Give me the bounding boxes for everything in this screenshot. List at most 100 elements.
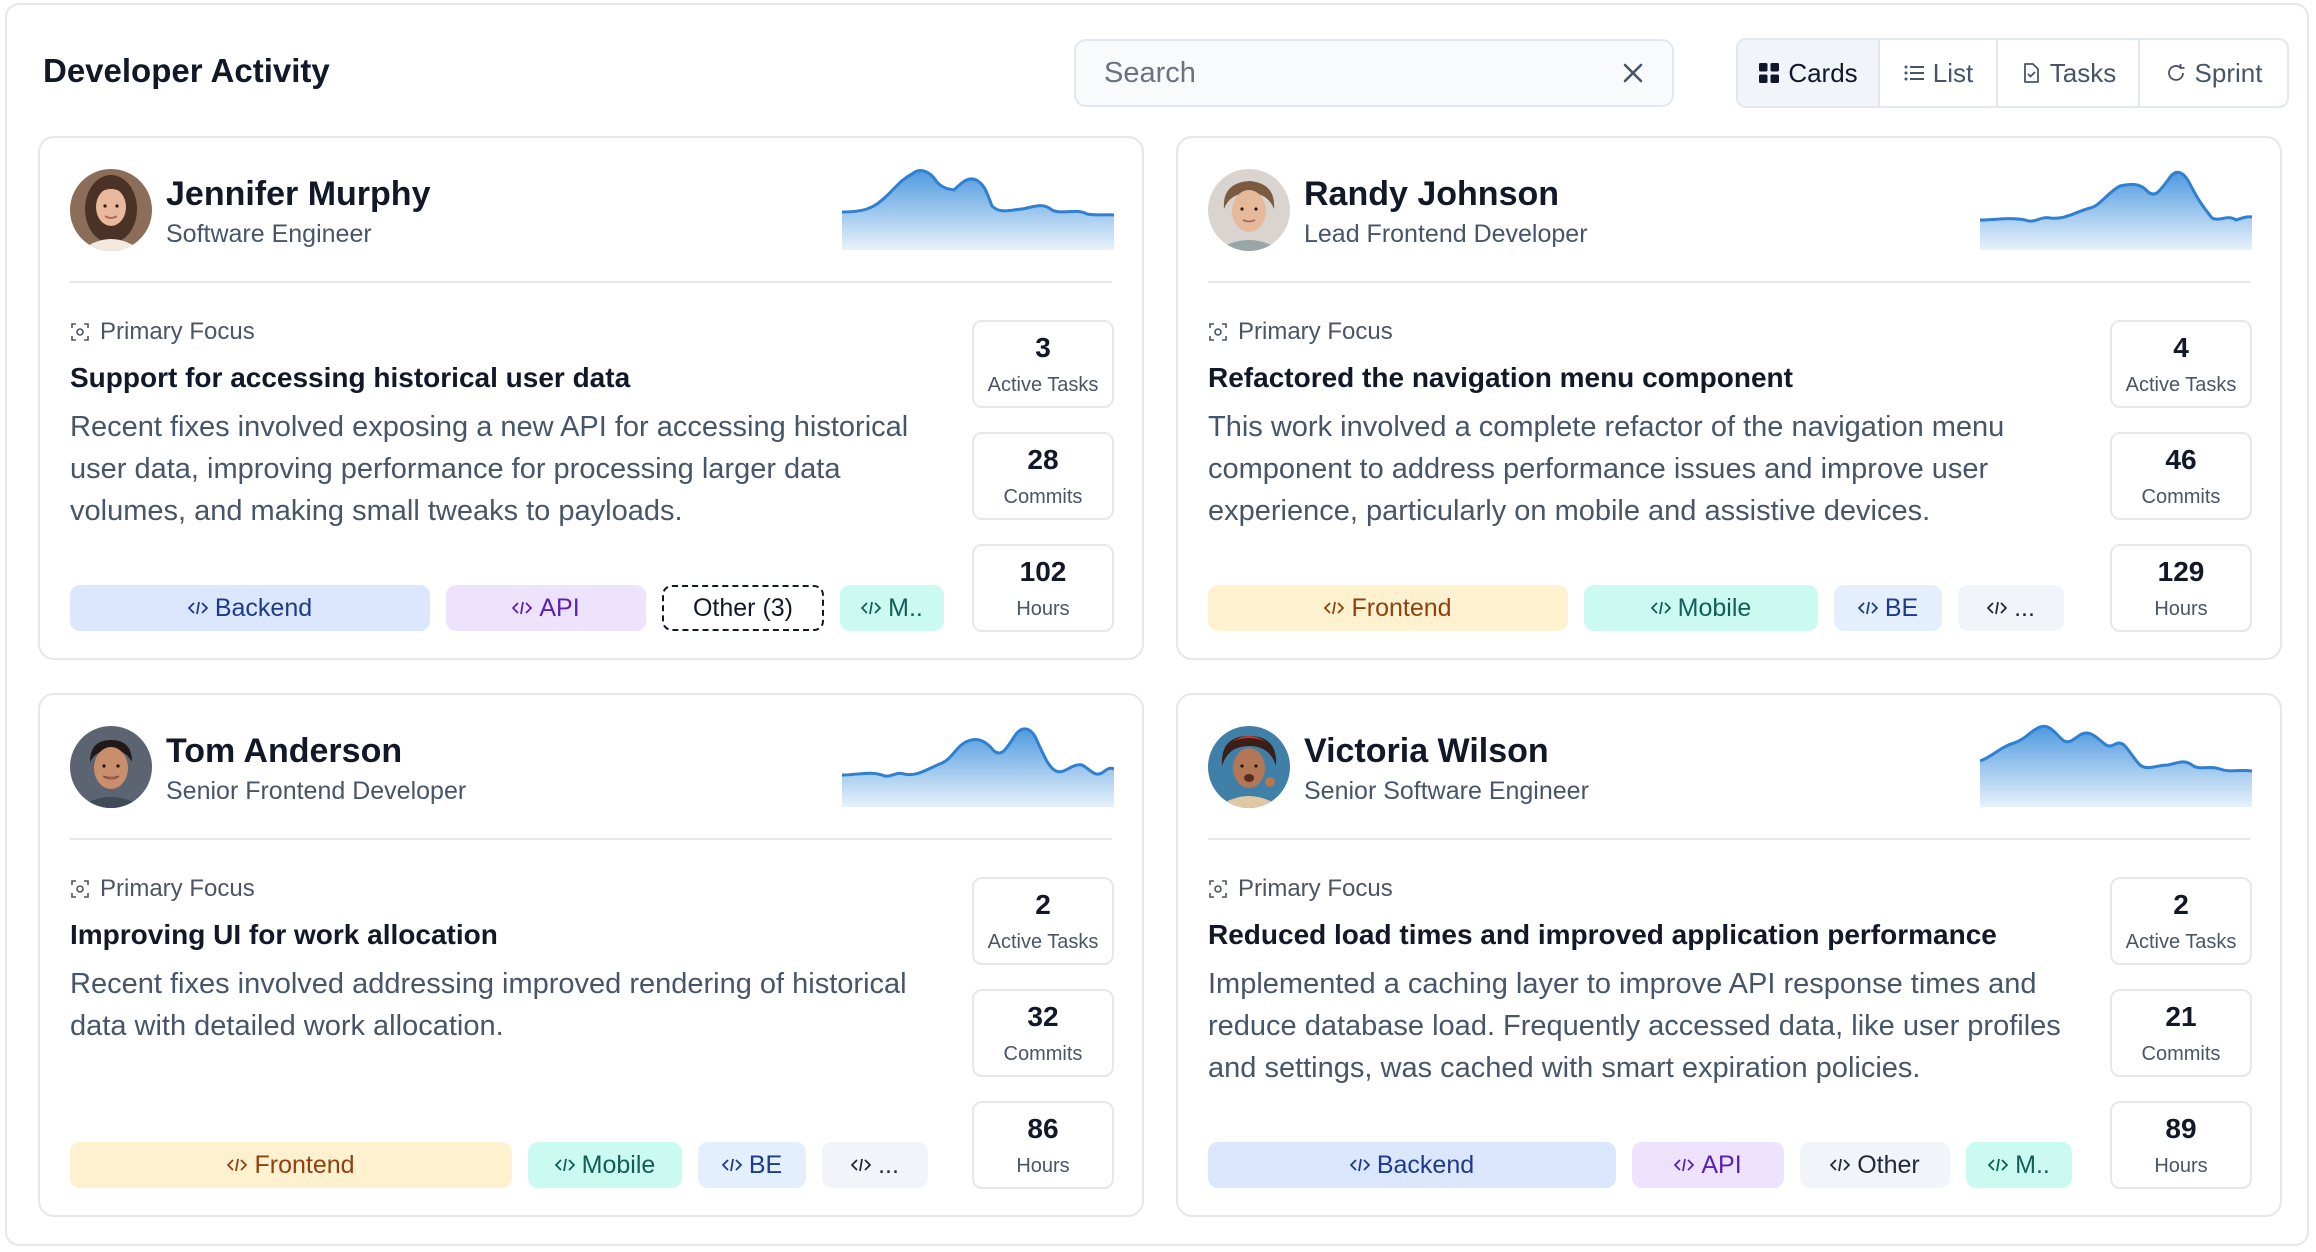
- primary-focus-text: Primary Focus: [1238, 875, 1393, 902]
- tag-frontend[interactable]: Frontend: [1208, 585, 1568, 631]
- tag-api[interactable]: API: [1632, 1142, 1784, 1188]
- tag-be[interactable]: BE: [1834, 585, 1942, 631]
- document-icon: [2023, 63, 2039, 83]
- stat-active-tasks: 2 Active Tasks: [2110, 877, 2252, 965]
- primary-focus-text: Primary Focus: [1238, 318, 1393, 345]
- stat-label: Hours: [1016, 1155, 1070, 1177]
- close-icon[interactable]: [1620, 60, 1646, 86]
- code-icon: [512, 601, 533, 615]
- stat-label: Commits: [2141, 486, 2221, 508]
- primary-focus-text: Primary Focus: [100, 318, 255, 345]
- stat-label: Hours: [2154, 598, 2208, 620]
- focus-icon: [71, 880, 89, 898]
- tag-label: M..: [2015, 1150, 2050, 1179]
- developer-card[interactable]: Victoria Wilson Senior Software Engineer…: [1176, 693, 2282, 1217]
- search-input[interactable]: [1104, 41, 1604, 105]
- card-divider: [70, 838, 1112, 840]
- developer-role: Senior Frontend Developer: [166, 777, 467, 805]
- stat-label: Commits: [1003, 486, 1083, 508]
- stat-value: 32: [1027, 1001, 1059, 1032]
- developer-name: Jennifer Murphy: [166, 175, 431, 213]
- activity-sparkline: [842, 169, 1114, 250]
- developer-name: Tom Anderson: [166, 732, 403, 770]
- tag-frontend[interactable]: Frontend: [70, 1142, 512, 1188]
- focus-title: Improving UI for work allocation: [70, 919, 498, 950]
- stat-commits: 32 Commits: [972, 989, 1114, 1077]
- activity-sparkline: [1980, 724, 2252, 807]
- stat-value: 3: [1035, 332, 1051, 363]
- search-box[interactable]: [1074, 39, 1674, 107]
- focus-icon: [1209, 880, 1227, 898]
- developer-card[interactable]: Tom Anderson Senior Frontend Developer P…: [38, 693, 1144, 1217]
- tag-be[interactable]: BE: [698, 1142, 806, 1188]
- primary-focus-text: Primary Focus: [100, 875, 255, 902]
- code-icon: [554, 1158, 575, 1172]
- tag-label: ...: [2014, 593, 2035, 622]
- tag-mobile[interactable]: Mobile: [1584, 585, 1818, 631]
- stat-value: 21: [2165, 1001, 2197, 1032]
- tag-backend[interactable]: Backend: [70, 585, 430, 631]
- code-icon: [1650, 601, 1671, 615]
- tag-api[interactable]: API: [446, 585, 646, 631]
- view-sprint-button[interactable]: Sprint: [2140, 40, 2287, 106]
- activity-sparkline: [842, 727, 1114, 807]
- developer-name: Victoria Wilson: [1304, 732, 1549, 770]
- view-list-button[interactable]: List: [1880, 40, 1998, 106]
- view-list-label: List: [1932, 57, 1974, 88]
- stat-commits: 46 Commits: [2110, 432, 2252, 520]
- stat-label: Active Tasks: [987, 931, 1099, 953]
- code-icon: [1324, 601, 1345, 615]
- focus-description: Implemented a caching layer to improve A…: [1208, 968, 2061, 1084]
- developer-card[interactable]: Jennifer Murphy Software Engineer Primar…: [38, 136, 1144, 660]
- avatar: [70, 169, 152, 251]
- tag-label: ...: [878, 1150, 899, 1179]
- tag-backend[interactable]: Backend: [1208, 1142, 1616, 1188]
- tag-label: Backend: [214, 593, 313, 622]
- developer-name: Randy Johnson: [1304, 175, 1560, 213]
- tag-mobile[interactable]: M..: [1966, 1142, 2072, 1188]
- tag-label: API: [539, 593, 580, 622]
- code-icon: [1988, 1158, 2009, 1172]
- page-title: Developer Activity: [43, 52, 330, 89]
- focus-title: Support for accessing historical user da…: [70, 362, 631, 393]
- stat-label: Active Tasks: [987, 374, 1099, 396]
- tag-label: API: [1701, 1150, 1742, 1179]
- focus-icon: [71, 323, 89, 341]
- focus-description: This work involved a complete refactor o…: [1208, 411, 2005, 527]
- avatar: [70, 726, 152, 808]
- code-icon: [721, 1158, 742, 1172]
- tag-label: BE: [1884, 593, 1919, 622]
- stat-value: 86: [1027, 1113, 1059, 1144]
- tag-label: Frontend: [254, 1150, 355, 1179]
- app-frame: Developer Activity Cards List: [5, 3, 2309, 1246]
- stat-value: 2: [2173, 889, 2189, 920]
- stat-value: 89: [2165, 1113, 2197, 1144]
- stat-active-tasks: 2 Active Tasks: [972, 877, 1114, 965]
- tag-more[interactable]: ...: [1958, 585, 2064, 631]
- tag-mobile[interactable]: Mobile: [528, 1142, 682, 1188]
- stat-label: Commits: [1003, 1043, 1083, 1065]
- tag-label: BE: [748, 1150, 783, 1179]
- tag-more[interactable]: ...: [822, 1142, 928, 1188]
- focus-description: Recent fixes involved addressing improve…: [70, 968, 907, 1042]
- view-tasks-button[interactable]: Tasks: [1998, 40, 2140, 106]
- tag-mobile[interactable]: M..: [840, 585, 944, 631]
- tag-other[interactable]: Other (3): [662, 585, 824, 631]
- code-icon: [851, 1158, 872, 1172]
- stat-value: 46: [2165, 444, 2197, 475]
- stat-value: 2: [1035, 889, 1051, 920]
- avatar: [1208, 726, 1290, 808]
- stat-active-tasks: 3 Active Tasks: [972, 320, 1114, 408]
- tag-label: Other: [1857, 1150, 1920, 1179]
- code-icon: [861, 601, 882, 615]
- code-icon: [1674, 1158, 1695, 1172]
- view-cards-button[interactable]: Cards: [1738, 40, 1880, 106]
- stat-label: Active Tasks: [2125, 931, 2237, 953]
- code-icon: [187, 601, 208, 615]
- developer-role: Software Engineer: [166, 220, 372, 248]
- tag-label: Mobile: [581, 1150, 656, 1179]
- tag-other[interactable]: Other: [1800, 1142, 1950, 1188]
- developer-card[interactable]: Randy Johnson Lead Frontend Developer Pr…: [1176, 136, 2282, 660]
- stat-value: 4: [2173, 332, 2189, 363]
- stat-label: Commits: [2141, 1043, 2221, 1065]
